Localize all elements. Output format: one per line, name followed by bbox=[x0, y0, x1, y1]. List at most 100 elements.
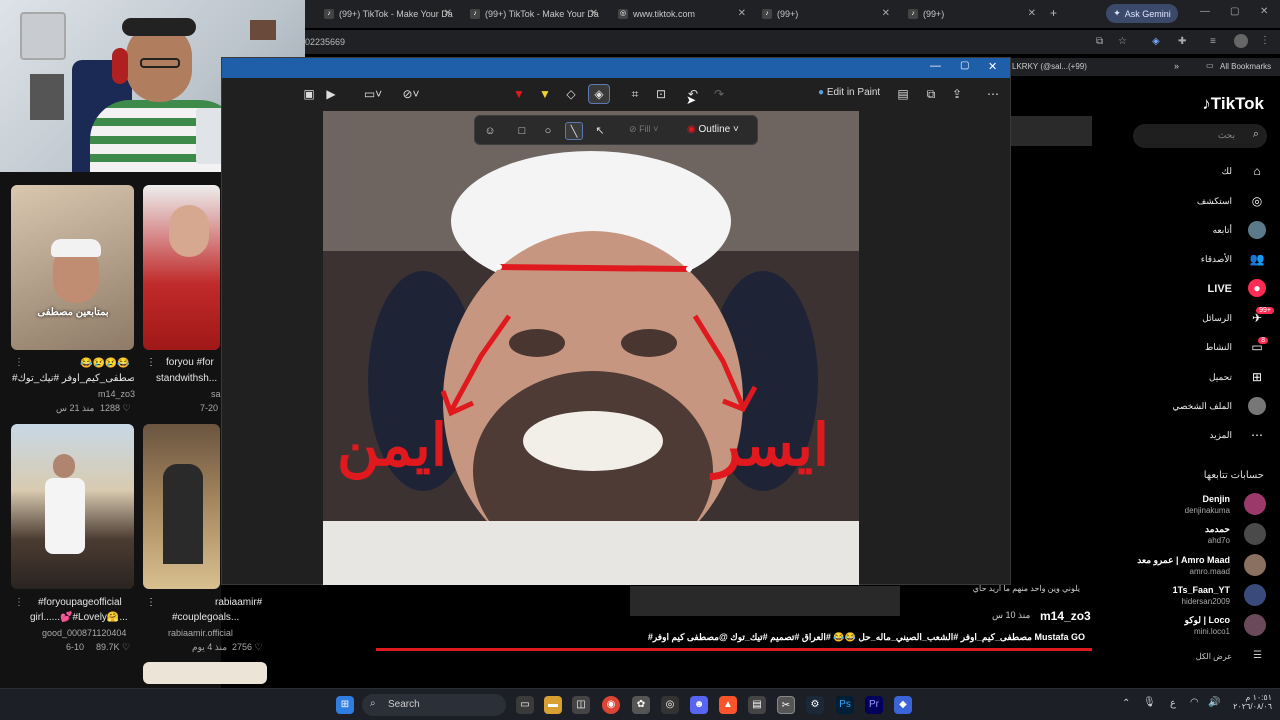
annotation-line[interactable] bbox=[498, 264, 690, 272]
avatar[interactable] bbox=[1244, 584, 1266, 606]
following-name[interactable]: Denjin bbox=[1202, 494, 1230, 504]
copy-icon[interactable]: ⧉ bbox=[922, 85, 940, 103]
browser-tab[interactable]: ◎ www.tiktok.com ✕ bbox=[612, 4, 752, 24]
pen-icon[interactable]: ▼ bbox=[510, 85, 528, 103]
video-username[interactable]: rabiaamir.official bbox=[168, 628, 233, 638]
nav-item-messages[interactable]: الرسائل bbox=[1202, 313, 1232, 324]
video-thumbnail[interactable] bbox=[143, 424, 220, 589]
video-username[interactable]: m14_zo3 bbox=[1040, 609, 1091, 623]
snip-mode-icon[interactable]: ▭˅ bbox=[360, 85, 386, 103]
following-name[interactable]: حمدمد bbox=[1205, 524, 1230, 535]
highlighter-icon[interactable]: ▼ bbox=[536, 85, 554, 103]
new-tab-button[interactable]: + bbox=[1050, 6, 1057, 20]
more-options-icon[interactable]: ⋮ bbox=[146, 597, 156, 608]
app-icon[interactable]: ◆ bbox=[894, 696, 912, 714]
browser-tab[interactable]: ♪ (99+) ✕ bbox=[756, 4, 896, 24]
start-icon[interactable]: ⊞ bbox=[336, 696, 354, 714]
search-input[interactable]: ⌕ Search bbox=[362, 694, 506, 716]
profile-avatar[interactable] bbox=[1234, 34, 1248, 48]
all-bookmarks[interactable]: All Bookmarks bbox=[1220, 62, 1271, 71]
video-caption-line2[interactable]: standwithsh... bbox=[156, 373, 217, 384]
url-text[interactable]: 02235669 bbox=[305, 37, 345, 47]
wifi-icon[interactable]: ◠ bbox=[1190, 697, 1199, 708]
video-thumbnail[interactable]: بمتابعين مصطفى bbox=[11, 185, 134, 350]
volume-icon[interactable]: 🔊 bbox=[1208, 697, 1220, 708]
minimize-icon[interactable]: — bbox=[930, 60, 941, 72]
emoji-icon[interactable]: ☺ bbox=[481, 122, 499, 140]
following-name[interactable]: 1Ts_Faan_YT bbox=[1173, 585, 1230, 595]
nav-item-more[interactable]: المزيد bbox=[1209, 430, 1232, 441]
following-name[interactable]: عمرو معد | Amro Maad bbox=[1137, 555, 1230, 566]
extension-icon[interactable]: ◈ bbox=[1152, 36, 1160, 47]
video-caption[interactable]: #مصطفى_كيم_اوفر #نيك_توك... bbox=[12, 373, 134, 384]
video-thumbnail[interactable] bbox=[143, 185, 220, 350]
steam-icon[interactable]: ⚙ bbox=[806, 696, 824, 714]
video-caption-line2[interactable]: #couplegoals... bbox=[172, 612, 239, 623]
minimize-icon[interactable]: — bbox=[1200, 6, 1210, 17]
video-username[interactable]: m14_zo3 bbox=[98, 389, 135, 399]
video-caption[interactable]: rabiaamir# bbox=[215, 597, 262, 608]
browser-tab[interactable]: ♪ (99+) TikTok - Make Your Da ✕ bbox=[464, 4, 604, 24]
close-icon[interactable]: ✕ bbox=[988, 60, 997, 73]
following-handle[interactable]: mini.loco1 bbox=[1194, 627, 1230, 636]
obs-icon[interactable]: ◎ bbox=[661, 696, 679, 714]
chevron-up-icon[interactable]: ⌃ bbox=[1122, 698, 1130, 709]
close-icon[interactable]: ✕ bbox=[1028, 8, 1036, 19]
more-options-icon[interactable]: ⋮ bbox=[14, 357, 24, 368]
puzzle-icon[interactable]: ✚ bbox=[1178, 36, 1186, 47]
video-username[interactable]: sa bbox=[211, 389, 221, 399]
nav-item-following[interactable]: أتابعه bbox=[1213, 225, 1232, 236]
bookmark-item[interactable]: LKRKY (@sal...(+99) bbox=[1012, 62, 1087, 71]
close-icon[interactable]: ✕ bbox=[882, 8, 890, 19]
line-icon[interactable]: ╲ bbox=[565, 122, 583, 140]
tiktok-logo[interactable]: ♪TikTok bbox=[1202, 94, 1264, 114]
fill-dropdown[interactable]: ⊘ Fill ˅ bbox=[629, 124, 658, 135]
avatar[interactable] bbox=[1244, 523, 1266, 545]
following-name[interactable]: لوكو | Loco bbox=[1185, 615, 1230, 626]
nav-item-upload[interactable]: تحميل bbox=[1209, 372, 1232, 383]
eraser-icon[interactable]: ◇ bbox=[562, 85, 580, 103]
live-icon[interactable]: ● bbox=[1248, 279, 1266, 297]
more-options-icon[interactable]: ⋮ bbox=[14, 597, 24, 608]
search-icon[interactable]: ⌕ bbox=[1253, 128, 1259, 141]
crop-icon[interactable]: ⌗ bbox=[626, 85, 644, 103]
more-options-icon[interactable]: ⋮ bbox=[146, 357, 156, 368]
video-caption-line2[interactable]: girl......💕#Lovely🤗... bbox=[30, 612, 128, 623]
ask-gemini-button[interactable]: ✦ Ask Gemini bbox=[1106, 4, 1178, 23]
close-icon[interactable]: ✕ bbox=[444, 8, 452, 19]
address-bar[interactable] bbox=[305, 30, 1280, 54]
chrome-icon[interactable]: ◉ bbox=[602, 696, 620, 714]
kebab-menu-icon[interactable]: ⋮ bbox=[1260, 35, 1270, 46]
app-icon[interactable]: ✿ bbox=[632, 696, 650, 714]
share-icon[interactable]: ⇪ bbox=[948, 85, 966, 103]
video-progress-bar[interactable] bbox=[376, 648, 1092, 651]
annotated-image[interactable]: ايمن ايسر bbox=[323, 111, 859, 585]
task-view-icon[interactable]: ▭ bbox=[516, 696, 534, 714]
browser-tab[interactable]: ♪ (99+) TikTok - Make Your Da ✕ bbox=[318, 4, 458, 24]
microphone-icon[interactable]: 🎙 bbox=[1143, 697, 1156, 708]
text-actions-icon[interactable]: ⊡ bbox=[652, 85, 670, 103]
notepad-icon[interactable]: ▤ bbox=[748, 696, 766, 714]
nav-item-friends[interactable]: الأصدقاء bbox=[1201, 254, 1232, 265]
save-icon[interactable]: ▤ bbox=[894, 85, 912, 103]
discord-icon[interactable]: ☻ bbox=[690, 696, 708, 714]
video-thumbnail[interactable] bbox=[143, 662, 267, 684]
premiere-icon[interactable]: Pr bbox=[865, 696, 883, 714]
star-icon[interactable]: ☆ bbox=[1118, 36, 1127, 47]
video-username[interactable]: good_000871120404 bbox=[42, 628, 126, 638]
video-thumbnail[interactable] bbox=[11, 424, 134, 589]
profile-icon[interactable] bbox=[1248, 397, 1266, 415]
more-icon[interactable]: ⋯ bbox=[1248, 426, 1266, 444]
brave-icon[interactable]: ▲ bbox=[719, 696, 737, 714]
language-indicator[interactable]: ع bbox=[1170, 698, 1176, 709]
chevron-right-icon[interactable]: » bbox=[1174, 61, 1179, 71]
maximize-icon[interactable]: ▢ bbox=[1230, 6, 1239, 17]
clock[interactable]: ١٠:٥١ م ٢٠٢٦/٠٨/٠٦ bbox=[1232, 693, 1272, 711]
file-explorer-icon[interactable]: ▬ bbox=[544, 696, 562, 714]
following-handle[interactable]: hidersan2009 bbox=[1182, 597, 1230, 606]
search-input[interactable]: بحث ⌕ bbox=[1133, 124, 1267, 148]
arrow-icon[interactable]: ↖ bbox=[591, 122, 609, 140]
show-all-link[interactable]: عرض الكل bbox=[1196, 652, 1232, 661]
circle-icon[interactable]: ○ bbox=[539, 122, 557, 140]
following-handle[interactable]: amro.maad bbox=[1190, 567, 1230, 576]
